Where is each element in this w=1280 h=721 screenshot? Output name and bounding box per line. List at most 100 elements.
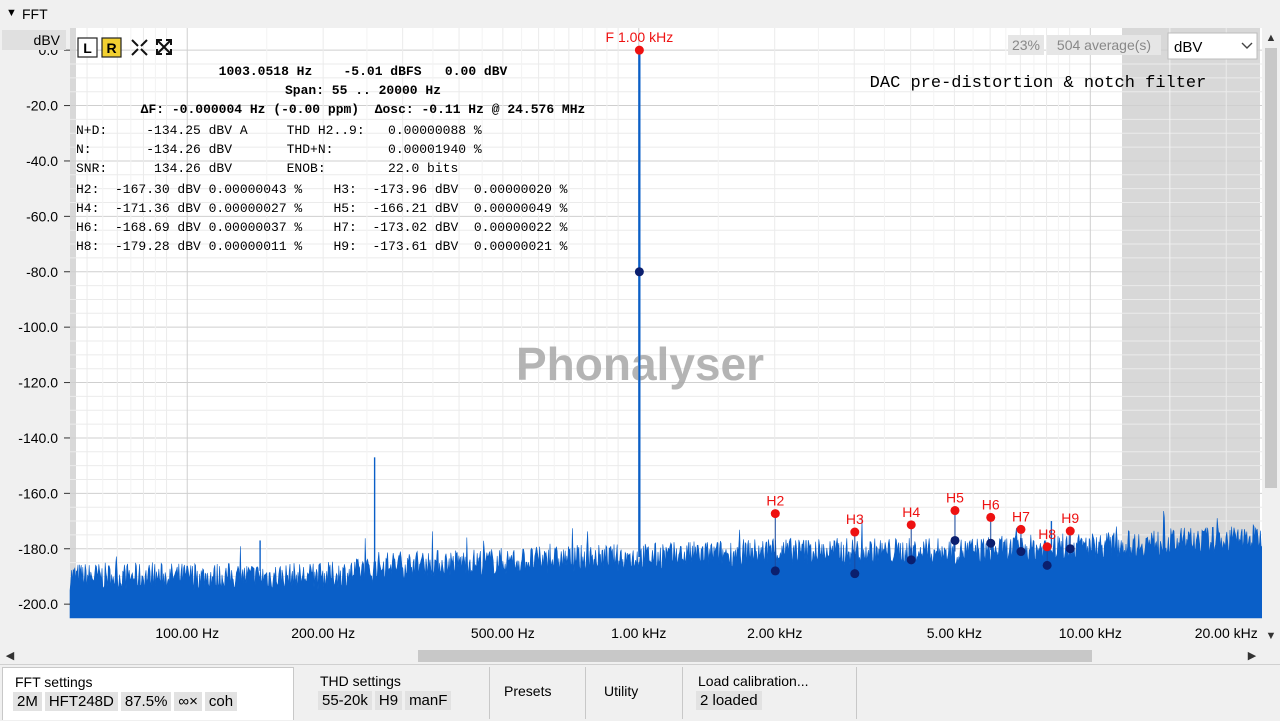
- unit-select-value: dBV: [1174, 39, 1202, 56]
- thd-harmonics-chip[interactable]: H9: [374, 691, 403, 710]
- harmonic-marker: [1065, 526, 1075, 536]
- calibration-count-chip[interactable]: 2 loaded: [696, 691, 762, 710]
- fft-panel-header[interactable]: ▼ FFT: [0, 0, 1280, 28]
- settings-tab-bar: FFT settings 2M HFT248D 87.5% ∞× coh THD set…: [0, 664, 1280, 721]
- tab-divider: [682, 667, 683, 719]
- readout-delta: ΔF: -0.000004 Hz (-0.00 ppm) Δosc: -0.11…: [141, 102, 586, 117]
- harmonic-label: H8: [1038, 526, 1056, 542]
- harmonic-label: H5: [946, 490, 964, 506]
- harmonic-lower-marker: [1016, 547, 1026, 557]
- thd-mode-chip[interactable]: manF: [405, 691, 452, 710]
- fft-spectrum-plot[interactable]: 0.0-20.0-40.0-60.0-80.0-100.0-120.0-140.…: [0, 28, 1280, 648]
- tab-title: Utility: [604, 683, 639, 699]
- harmonic-marker: [850, 527, 860, 537]
- harmonic-marker: [906, 520, 916, 530]
- tab-title: THD settings: [320, 673, 401, 689]
- harmonic-label: H3: [846, 511, 864, 527]
- vertical-scroll-thumb[interactable]: [1265, 48, 1277, 488]
- harmonic-lower-marker: [770, 566, 780, 576]
- harmonic-label: H4: [902, 504, 920, 520]
- fundamental-lower-marker: [634, 267, 644, 277]
- tab-fft-settings[interactable]: FFT settings 2M HFT248D 87.5% ∞× coh: [2, 667, 294, 720]
- coherent-chip[interactable]: coh: [204, 692, 238, 711]
- x-tick-label: 2.00 kHz: [747, 625, 802, 641]
- harmonic-label: H6: [982, 496, 1000, 512]
- harmonic-marker: [1042, 542, 1052, 552]
- x-tick-label: 20.00 kHz: [1195, 625, 1258, 641]
- y-unit-label: dBV: [2, 30, 66, 50]
- harmonic-marker: [770, 509, 780, 519]
- averaging-chip[interactable]: ∞×: [174, 692, 202, 711]
- below-span-shade: [70, 28, 76, 618]
- x-tick-label: 5.00 kHz: [927, 625, 982, 641]
- stats-line: N: -134.26 dBV THD+N: 0.00001940 %: [76, 142, 482, 157]
- y-tick-label: -160.0: [18, 485, 58, 501]
- tab-divider: [856, 667, 857, 719]
- harmonic-marker: [986, 512, 996, 522]
- y-tick-label: -200.0: [18, 596, 58, 612]
- stats-line: SNR: 134.26 dBV ENOB: 22.0 bits: [76, 161, 458, 176]
- fundamental-marker: [634, 45, 644, 55]
- y-tick-label: -80.0: [26, 264, 58, 280]
- tab-divider: [489, 667, 490, 719]
- tab-divider: [585, 667, 586, 719]
- x-tick-label: 1.00 kHz: [611, 625, 666, 641]
- stats-line: H4: -171.36 dBV 0.00000027 % H5: -166.21…: [76, 201, 568, 216]
- y-tick-label: -100.0: [18, 319, 58, 335]
- x-tick-label: 500.00 Hz: [471, 625, 535, 641]
- y-tick-label: -60.0: [26, 208, 58, 224]
- harmonic-marker: [950, 506, 960, 516]
- y-tick-label: -20.0: [26, 98, 58, 114]
- readout-span: Span: 55 .. 20000 Hz: [285, 83, 441, 98]
- harmonic-label: H2: [766, 493, 784, 509]
- harmonic-lower-marker: [850, 569, 860, 579]
- harmonic-marker: [1016, 524, 1026, 534]
- horizontal-scrollbar[interactable]: ◀ ▶: [0, 648, 1262, 664]
- harmonic-lower-marker: [986, 538, 996, 548]
- scroll-up-arrow-icon[interactable]: ▲: [1262, 30, 1280, 46]
- harmonic-lower-marker: [1065, 544, 1075, 554]
- plot-annotation: DAC pre-distortion & notch filter: [870, 74, 1207, 93]
- fundamental-label: F 1.00 kHz: [606, 29, 674, 45]
- tab-presets[interactable]: Presets: [492, 667, 584, 719]
- harmonic-label: H7: [1012, 508, 1030, 524]
- y-tick-label: -120.0: [18, 375, 58, 391]
- horizontal-scroll-thumb[interactable]: [418, 650, 1092, 662]
- y-tick-label: -40.0: [26, 153, 58, 169]
- y-tick-label: -180.0: [18, 541, 58, 557]
- thd-range-chip[interactable]: 55-20k: [318, 691, 372, 710]
- fft-size-chip[interactable]: 2M: [13, 692, 42, 711]
- unit-select[interactable]: dBV: [1167, 32, 1258, 60]
- zoom-percent: 23%: [1012, 37, 1040, 53]
- left-channel-label: L: [83, 40, 92, 56]
- stats-line: H6: -168.69 dBV 0.00000037 % H7: -173.02…: [76, 220, 568, 235]
- tab-title: FFT settings: [15, 674, 93, 690]
- x-tick-label: 200.00 Hz: [291, 625, 355, 641]
- average-count: 504 average(s): [1057, 37, 1151, 53]
- overlap-chip[interactable]: 87.5%: [120, 692, 172, 711]
- panel-title: FFT: [22, 6, 48, 22]
- zoom-readout: 23% 504 average(s): [1008, 35, 1161, 55]
- harmonic-label: H9: [1061, 510, 1079, 526]
- scroll-down-arrow-icon[interactable]: ▼: [1262, 628, 1280, 644]
- harmonic-lower-marker: [1042, 560, 1052, 570]
- x-tick-label: 10.00 kHz: [1059, 625, 1122, 641]
- harmonic-lower-marker: [906, 555, 916, 565]
- stats-line: H2: -167.30 dBV 0.00000043 % H3: -173.96…: [76, 182, 568, 197]
- stats-line: N+D: -134.25 dBV A THD H2..9: 0.00000088…: [76, 123, 482, 138]
- tab-title: Presets: [504, 683, 552, 699]
- tab-thd-settings[interactable]: THD settings 55-20k H9 manF: [308, 667, 488, 719]
- scroll-right-arrow-icon[interactable]: ▶: [1244, 648, 1260, 664]
- y-tick-label: -140.0: [18, 430, 58, 446]
- window-chip[interactable]: HFT248D: [44, 692, 118, 711]
- x-tick-label: 100.00 Hz: [155, 625, 219, 641]
- tab-utility[interactable]: Utility: [592, 667, 680, 719]
- stats-line: H8: -179.28 dBV 0.00000011 % H9: -173.61…: [76, 239, 568, 254]
- readout-frequency: 1003.0518 Hz -5.01 dBFS 0.00 dBV: [219, 64, 508, 79]
- tab-load-calibration[interactable]: Load calibration... 2 loaded: [686, 667, 856, 719]
- right-channel-label: R: [106, 40, 116, 56]
- vertical-scrollbar[interactable]: ▲ ▼: [1262, 28, 1280, 648]
- collapse-triangle-icon[interactable]: ▼: [6, 7, 17, 19]
- harmonic-lower-marker: [950, 535, 960, 545]
- scroll-left-arrow-icon[interactable]: ◀: [2, 648, 18, 664]
